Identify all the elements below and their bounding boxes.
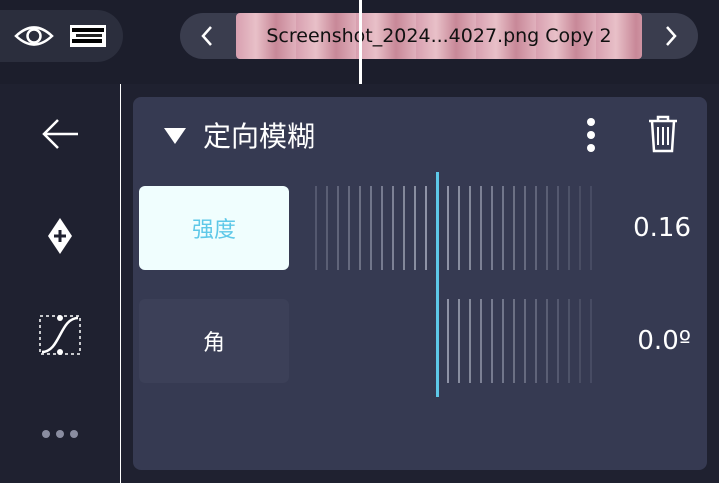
param-value-strength: 0.16 xyxy=(633,213,691,243)
ruler-tick xyxy=(458,186,460,270)
ruler-tick xyxy=(524,186,526,270)
divider xyxy=(120,84,121,483)
param-row-strength: 强度 0.16 xyxy=(139,186,701,270)
ruler-tick xyxy=(513,186,515,270)
ruler-tick xyxy=(557,186,559,270)
ruler-tick xyxy=(568,299,570,383)
value-indicator xyxy=(436,172,439,397)
ruler-tick xyxy=(480,186,482,270)
ruler-tick xyxy=(480,299,482,383)
angle-ruler[interactable] xyxy=(305,299,605,383)
curve-icon[interactable] xyxy=(30,310,90,360)
ruler-tick xyxy=(447,299,449,383)
ruler-tick xyxy=(535,186,537,270)
playhead[interactable] xyxy=(359,0,362,84)
panel-header: 定向模糊 xyxy=(133,97,707,173)
ruler-tick xyxy=(469,299,471,383)
ruler-tick xyxy=(502,299,504,383)
strength-ruler[interactable] xyxy=(305,186,605,270)
ruler-tick xyxy=(359,186,361,270)
ruler-tick xyxy=(579,299,581,383)
param-value-angle: 0.0º xyxy=(637,326,691,356)
trash-icon[interactable] xyxy=(647,114,679,154)
add-keyframe-icon[interactable] xyxy=(30,211,90,261)
ruler-tick xyxy=(469,186,471,270)
ruler-tick xyxy=(414,186,416,270)
effect-panel: 定向模糊 强度 0.16 角 0.0º xyxy=(133,97,707,470)
ruler-tick xyxy=(403,186,405,270)
ruler-tick xyxy=(348,186,350,270)
ruler-tick xyxy=(546,299,548,383)
tool-column xyxy=(0,84,120,483)
ruler-tick xyxy=(425,186,427,270)
top-bar: Screenshot_2024...4027.png Copy 2 xyxy=(0,0,719,84)
ruler-tick xyxy=(392,186,394,270)
clip-filmstrip[interactable]: Screenshot_2024...4027.png Copy 2 xyxy=(236,13,642,59)
more-vertical-icon[interactable] xyxy=(581,117,601,153)
ruler-tick xyxy=(546,186,548,270)
ruler-tick xyxy=(513,299,515,383)
ruler-tick xyxy=(524,299,526,383)
ruler-tick xyxy=(381,186,383,270)
ruler-tick xyxy=(326,186,328,270)
ruler-tick xyxy=(568,186,570,270)
ruler-tick xyxy=(315,186,317,270)
param-label-angle[interactable]: 角 xyxy=(139,299,289,383)
param-row-angle: 角 0.0º xyxy=(139,299,701,383)
clip-name: Screenshot_2024...4027.png Copy 2 xyxy=(266,25,612,47)
arrow-left-icon[interactable] xyxy=(30,109,90,159)
clip-thumbnail[interactable] xyxy=(70,25,106,47)
ruler-tick xyxy=(491,299,493,383)
ruler-tick xyxy=(447,186,449,270)
ruler-tick xyxy=(491,186,493,270)
ruler-tick xyxy=(370,186,372,270)
chevron-right-icon[interactable] xyxy=(644,13,698,59)
more-horizontal-icon[interactable] xyxy=(30,409,90,459)
effect-title: 定向模糊 xyxy=(203,120,316,153)
ruler-tick xyxy=(557,299,559,383)
ruler-tick xyxy=(502,186,504,270)
ruler-tick xyxy=(458,299,460,383)
param-label-strength[interactable]: 强度 xyxy=(139,186,289,270)
chevron-left-icon[interactable] xyxy=(180,13,234,59)
ruler-tick xyxy=(579,186,581,270)
ruler-tick xyxy=(337,186,339,270)
eye-icon[interactable] xyxy=(14,21,54,51)
preview-controls xyxy=(0,10,123,62)
ruler-tick xyxy=(590,299,592,383)
ruler-tick xyxy=(590,186,592,270)
collapse-triangle-icon[interactable] xyxy=(163,127,187,149)
ruler-tick xyxy=(535,299,537,383)
